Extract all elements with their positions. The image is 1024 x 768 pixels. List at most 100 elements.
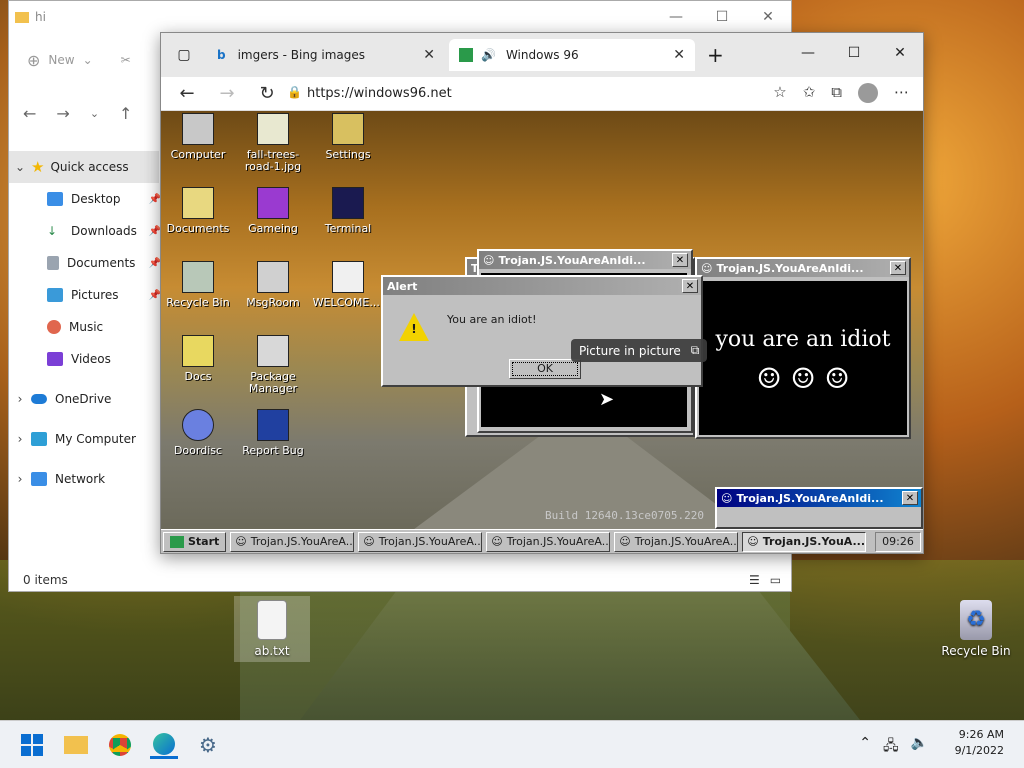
tab-bing-images[interactable]: b imgers - Bing images ✕ — [207, 39, 445, 71]
nav-item-label: Pictures — [71, 288, 119, 302]
picture-in-picture-button[interactable]: Picture in picture ⧉ — [571, 339, 708, 362]
favorites-icon[interactable]: ✩ — [803, 83, 816, 103]
tab-windows-96[interactable]: 🔊 Windows 96 ✕ — [449, 39, 695, 71]
close-tab-button[interactable]: ✕ — [673, 47, 685, 63]
up-button[interactable]: ↑ — [119, 104, 132, 123]
settings-taskbar-button[interactable]: ⚙ — [194, 731, 222, 759]
nav-item-documents[interactable]: Documents 📌 — [9, 247, 161, 279]
nav-item-desktop[interactable]: Desktop 📌 — [9, 183, 161, 215]
w96-icon-msgroom[interactable]: MsgRoom — [236, 261, 310, 309]
w96-icon-docs[interactable]: Docs — [161, 335, 235, 383]
w96-icon-documents[interactable]: Documents — [161, 187, 235, 235]
desktop-icon-recycle-bin[interactable]: ♻ Recycle Bin — [936, 600, 1016, 658]
nav-item-downloads[interactable]: ↓ Downloads 📌 — [9, 215, 161, 247]
back-button[interactable]: ← — [23, 104, 36, 123]
alert-dialog[interactable]: Alert ✕ ! You are an idiot! OK — [381, 275, 703, 387]
nav-item-videos[interactable]: Videos — [9, 343, 159, 375]
start-button[interactable]: Start — [163, 531, 227, 552]
download-icon: ↓ — [47, 224, 58, 238]
w96-icon-gameing[interactable]: Gameing — [236, 187, 310, 235]
w96-icon-label: MsgRoom — [246, 296, 300, 309]
nav-item-quick-access[interactable]: ⌄ ★ Quick access — [9, 151, 159, 183]
start-button[interactable] — [18, 731, 46, 759]
maximize-button[interactable]: ☐ — [831, 33, 877, 73]
cut-icon[interactable]: ✂ — [121, 53, 131, 67]
recent-dropdown[interactable]: ⌄ — [90, 107, 99, 120]
nav-item-onedrive[interactable]: › OneDrive — [9, 383, 159, 415]
warning-icon: ! — [399, 313, 429, 341]
w96-icon-label: Gameing — [248, 222, 298, 235]
taskbar: ⚙ ⌃ 🖧 🔈 9:26 AM 9/1/2022 — [0, 720, 1024, 768]
minimize-button[interactable]: — — [785, 33, 831, 73]
taskbar-item[interactable]: ☺ Trojan.JS.YouAreA... — [358, 531, 483, 552]
maximize-button[interactable]: ☐ — [699, 1, 745, 33]
w96-icon-package-manager[interactable]: Package Manager — [236, 335, 310, 395]
back-button[interactable]: ← — [167, 83, 207, 104]
file-explorer-taskbar-button[interactable] — [62, 731, 90, 759]
close-tab-button[interactable]: ✕ — [423, 47, 435, 63]
trojan-window-video[interactable]: ☺ Trojan.JS.YouAreAnIdi... ✕ you are an i… — [695, 257, 911, 439]
forward-button[interactable]: → — [56, 104, 69, 123]
minimize-button[interactable]: — — [653, 1, 699, 33]
windows-96-logo-icon — [170, 535, 184, 548]
nav-item-label: My Computer — [55, 432, 136, 446]
desktop-icon-ab-txt[interactable]: ab.txt — [234, 596, 310, 662]
collections-icon[interactable]: ⧉ — [831, 83, 842, 103]
address-bar-url[interactable]: https://windows96.net — [307, 86, 452, 101]
close-button[interactable]: ✕ — [672, 253, 688, 267]
tiles-view-button[interactable]: ▭ — [770, 573, 781, 587]
ok-button[interactable]: OK — [509, 359, 581, 379]
w96-icon-fall-trees[interactable]: fall-trees-road-1.jpg — [236, 113, 310, 173]
w96-icon-settings[interactable]: Settings — [311, 113, 385, 161]
bing-icon: b — [217, 48, 226, 62]
w96-icon-label: Package Manager — [248, 370, 298, 395]
explorer-title: hi — [35, 10, 46, 24]
nav-item-music[interactable]: Music — [9, 311, 159, 343]
w96-icon-label: Docs — [184, 370, 212, 383]
taskbar-item[interactable]: ☺ Trojan.JS.YouAreA... — [486, 531, 611, 552]
system-clock[interactable]: 9:26 AM 9/1/2022 — [955, 727, 1004, 759]
new-tab-button[interactable]: + — [707, 43, 724, 67]
new-button[interactable]: New — [48, 53, 74, 67]
trojan-window-active[interactable]: ☺ Trojan.JS.YouAreAnIdi... ✕ — [715, 487, 923, 529]
nav-item-my-computer[interactable]: › My Computer — [9, 423, 159, 455]
taskbar-item[interactable]: ☺ Trojan.JS.YouAreA... — [614, 531, 739, 552]
w96-icon-report-bug[interactable]: Report Bug — [236, 409, 310, 457]
taskbar-item[interactable]: ☺ Trojan.JS.YouAreA... — [230, 531, 355, 552]
close-button[interactable]: ✕ — [682, 279, 698, 293]
taskbar-item-active[interactable]: ☺ Trojan.JS.YouA... — [742, 531, 867, 552]
nav-item-network[interactable]: › Network — [9, 463, 159, 495]
tab-actions-icon[interactable]: ▢ — [161, 47, 207, 63]
lock-icon[interactable]: 🔒 — [287, 85, 302, 99]
folder-icon — [182, 335, 214, 367]
chevron-right-icon: › — [17, 392, 23, 406]
add-favorite-icon[interactable]: ☆ — [773, 83, 786, 103]
profile-avatar[interactable] — [858, 83, 878, 103]
forward-button[interactable]: → — [207, 83, 247, 104]
chevron-up-icon[interactable]: ⌃ — [859, 735, 871, 759]
edge-taskbar-button[interactable] — [150, 731, 178, 759]
details-view-button[interactable]: ☰ — [749, 573, 760, 587]
smiley-icon: ☺ — [747, 535, 759, 548]
close-button[interactable]: ✕ — [877, 33, 923, 73]
audio-playing-icon[interactable]: 🔊 — [481, 48, 496, 62]
close-button[interactable]: ✕ — [890, 261, 906, 275]
more-menu-icon[interactable]: ⋯ — [894, 83, 909, 103]
w96-icon-terminal[interactable]: Terminal — [311, 187, 385, 235]
w96-icon-computer[interactable]: Computer — [161, 113, 235, 161]
w96-icon-welcome[interactable]: WELCOME.... — [311, 261, 385, 309]
plus-icon: ⊕ — [27, 50, 41, 70]
nav-item-pictures[interactable]: Pictures 📌 — [9, 279, 161, 311]
chrome-taskbar-button[interactable] — [106, 731, 134, 759]
w96-icon-doordisc[interactable]: Doordisc — [161, 409, 235, 457]
w96-icon-recycle-bin[interactable]: Recycle Bin — [161, 261, 235, 309]
smiley-icon: ☺ — [235, 535, 247, 548]
gear-icon: ⚙ — [199, 733, 217, 757]
volume-icon[interactable]: 🔈 — [911, 735, 928, 759]
network-icon[interactable]: 🖧 — [883, 735, 899, 759]
w96-icon-label: WELCOME.... — [312, 296, 384, 309]
w96-icon-label: Doordisc — [173, 444, 223, 457]
close-button[interactable]: ✕ — [902, 491, 918, 505]
refresh-button[interactable]: ↻ — [247, 83, 287, 104]
close-button[interactable]: ✕ — [745, 1, 791, 33]
